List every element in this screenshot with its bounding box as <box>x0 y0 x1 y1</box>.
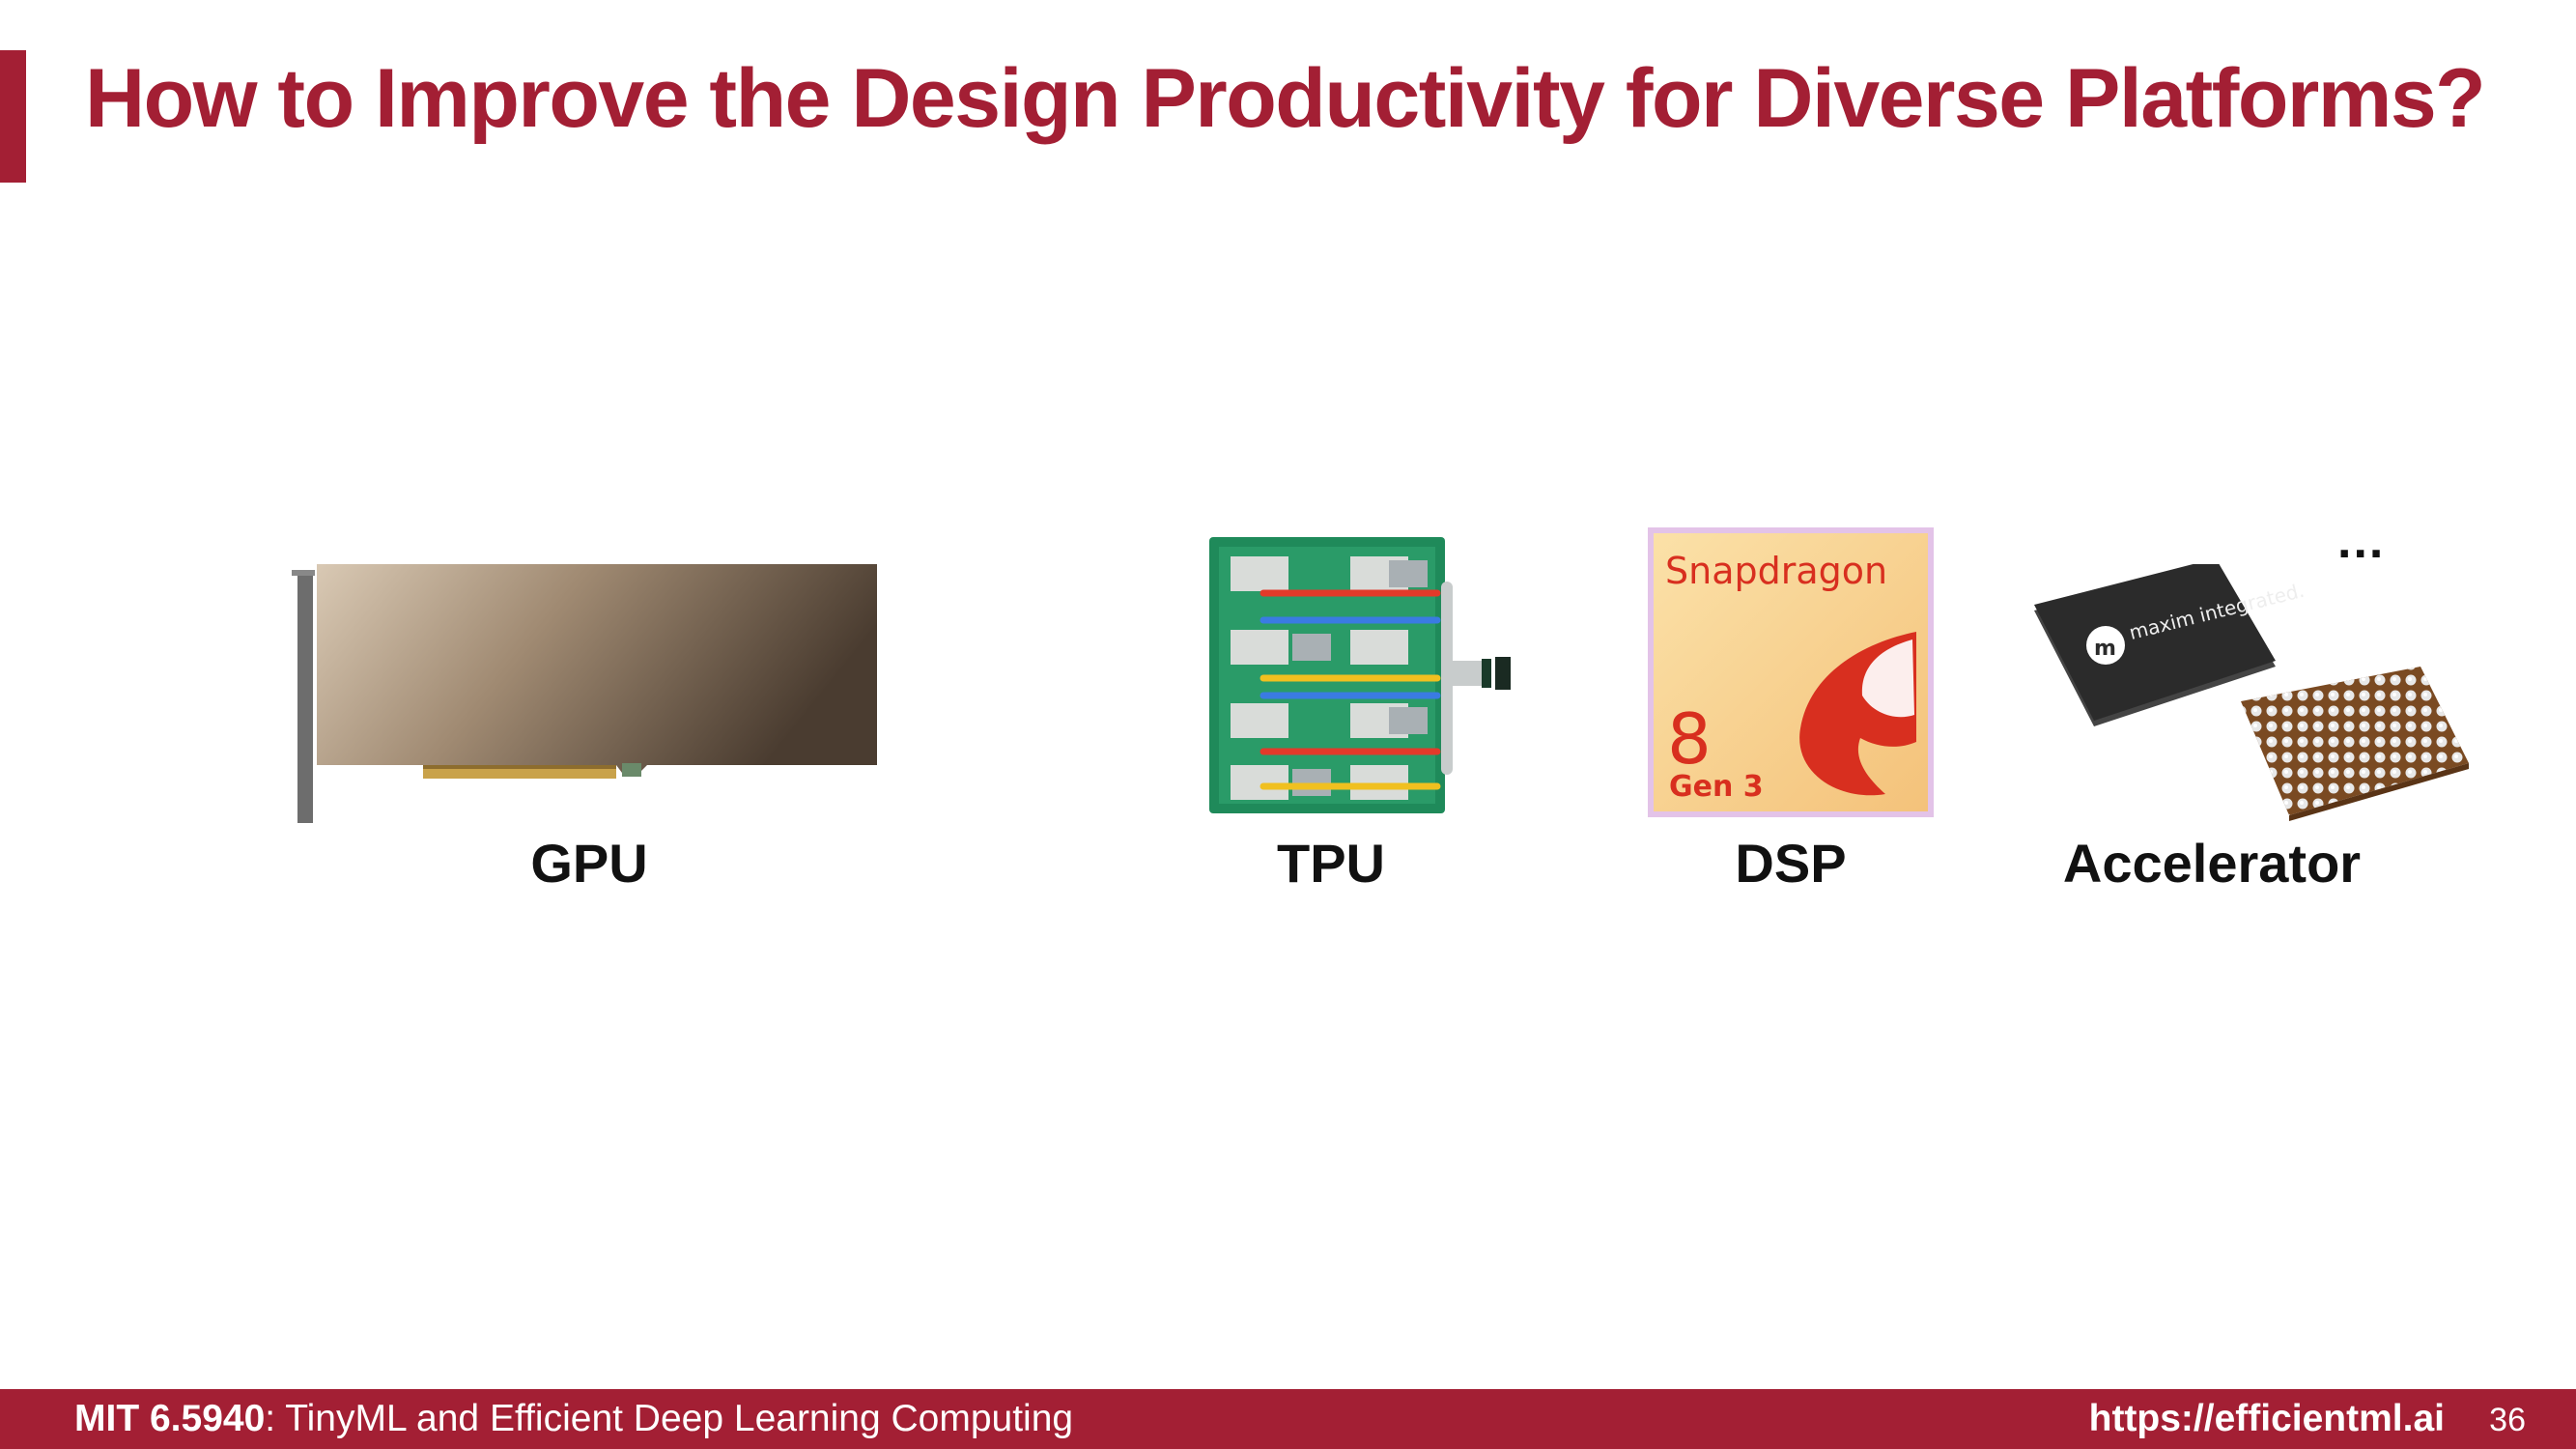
dsp-caption: DSP <box>1735 833 1847 894</box>
snapdragon-gen: Gen 3 <box>1669 770 1764 804</box>
svg-text:m: m <box>2094 637 2116 661</box>
footer-course: MIT 6.5940: TinyML and Efficient Deep Le… <box>74 1397 1073 1441</box>
accelerator-caption: Accelerator <box>2062 833 2362 894</box>
more-platforms-ellipsis: ... <box>2337 513 2386 569</box>
snapdragon-logo-text: Snapdragon <box>1665 550 1887 592</box>
course-name: : TinyML and Efficient Deep Learning Com… <box>265 1398 1074 1439</box>
title-accent-bar <box>0 50 26 183</box>
tpu-caption: TPU <box>1277 833 1385 894</box>
gpu-caption: GPU <box>530 833 648 894</box>
slide-page-number: 36 <box>2489 1402 2526 1438</box>
course-code: MIT 6.5940 <box>74 1398 266 1439</box>
footer-bar: MIT 6.5940: TinyML and Efficient Deep Le… <box>0 1389 2576 1449</box>
gpu-card-image <box>288 558 883 831</box>
course-website-link[interactable]: https://efficientml.ai <box>2089 1397 2445 1441</box>
snapdragon-number: 8 <box>1667 698 1712 780</box>
tpu-board-image <box>1205 533 1516 817</box>
snapdragon-chip-image: Snapdragon 8 Gen 3 <box>1646 526 1936 819</box>
accelerator-chip-image: m maxim integrated. <box>2032 564 2471 823</box>
page-title: How to Improve the Design Productivity f… <box>85 52 2486 145</box>
